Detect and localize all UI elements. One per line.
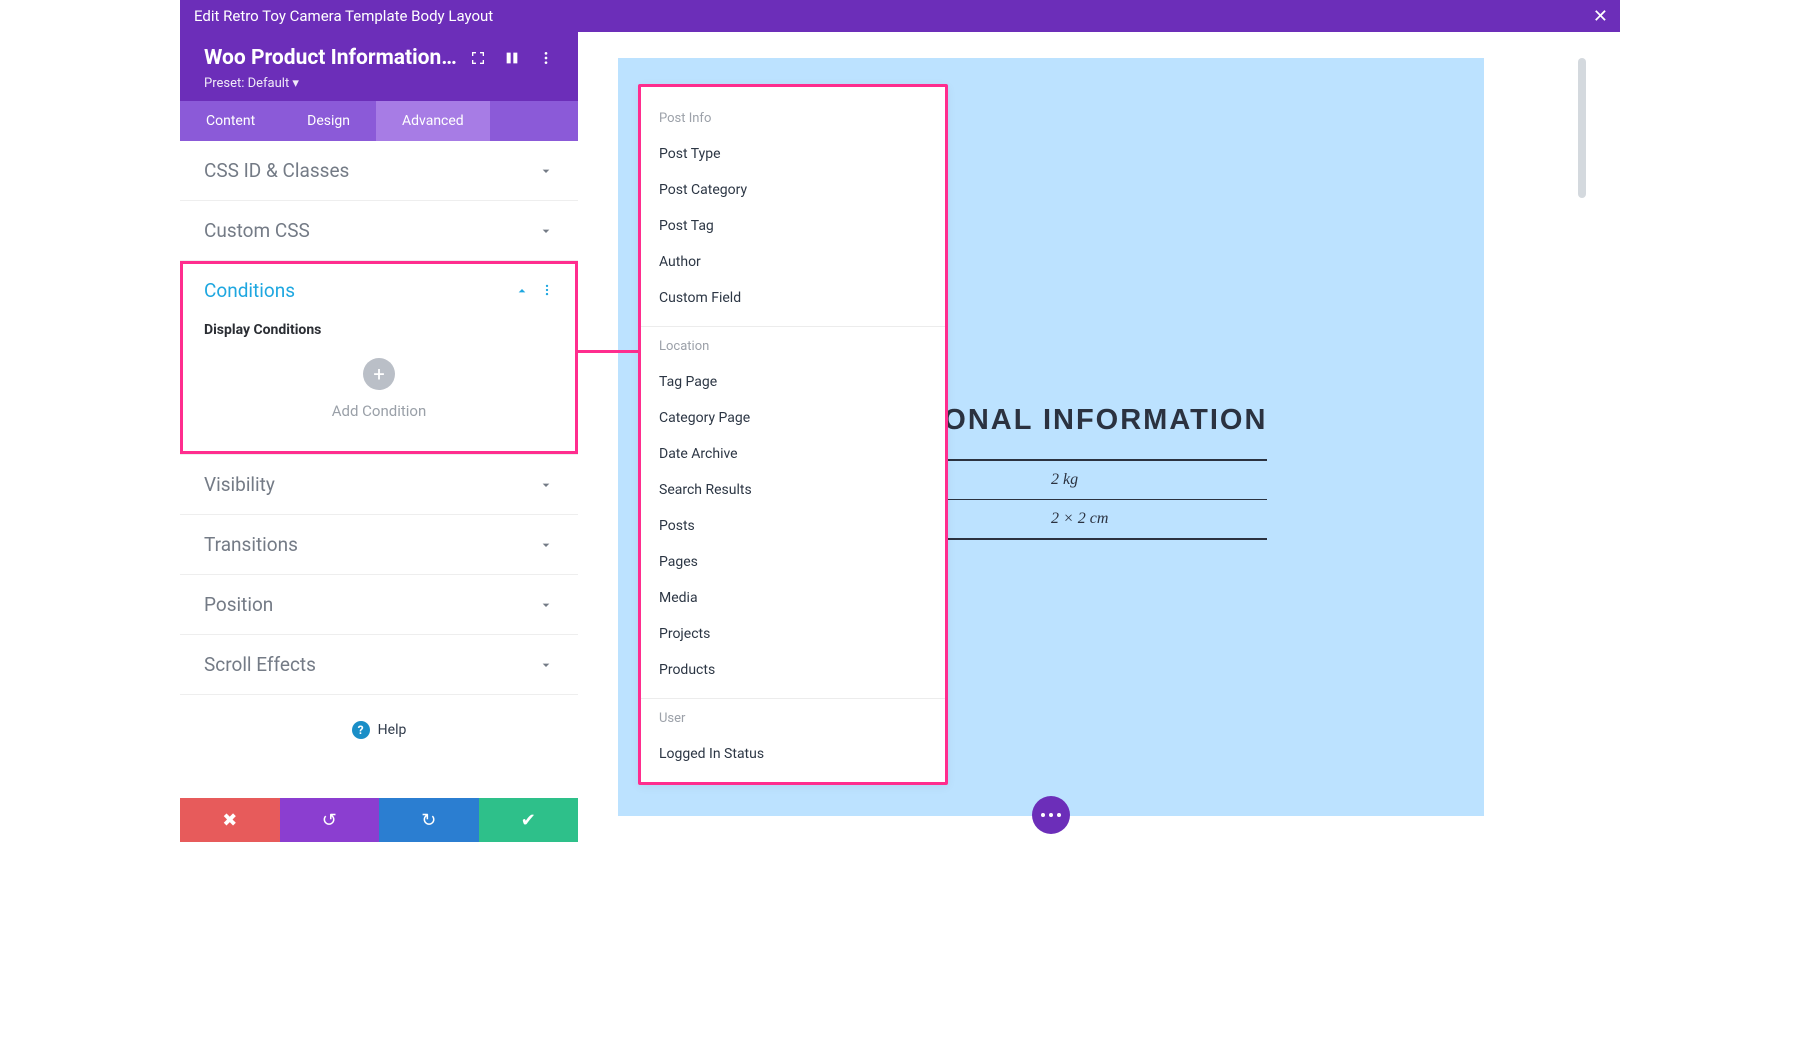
dropdown-item[interactable]: Media: [641, 580, 945, 616]
dropdown-item[interactable]: Posts: [641, 508, 945, 544]
acc-label: Scroll Effects: [204, 653, 538, 676]
dropdown-item[interactable]: Post Type: [641, 136, 945, 172]
acc-more-icon[interactable]: [540, 279, 554, 302]
dropdown-item[interactable]: Tag Page: [641, 364, 945, 400]
chevron-up-icon: [514, 283, 530, 299]
acc-label: Custom CSS: [204, 219, 538, 242]
tab-design[interactable]: Design: [281, 101, 376, 141]
tab-content[interactable]: Content: [180, 101, 281, 141]
dropdown-item[interactable]: Post Category: [641, 172, 945, 208]
confirm-button[interactable]: ✔: [479, 798, 579, 842]
acc-label: Transitions: [204, 533, 538, 556]
acc-label: CSS ID & Classes: [204, 159, 538, 182]
acc-css-id[interactable]: CSS ID & Classes: [180, 141, 578, 200]
acc-position[interactable]: Position: [180, 575, 578, 634]
add-condition-button[interactable]: +: [363, 358, 395, 390]
settings-panel: Woo Product Information S... Preset: Def…: [180, 32, 578, 842]
tab-advanced[interactable]: Advanced: [376, 101, 490, 141]
tabs: Content Design Advanced: [180, 101, 578, 141]
module-title: Woo Product Information S...: [204, 46, 462, 70]
dropdown-item[interactable]: Date Archive: [641, 436, 945, 472]
display-conditions-label: Display Conditions: [204, 322, 554, 338]
dropdown-item[interactable]: Custom Field: [641, 280, 945, 316]
acc-label: Visibility: [204, 473, 538, 496]
scrollbar[interactable]: [1578, 58, 1586, 198]
dropdown-item[interactable]: Search Results: [641, 472, 945, 508]
highlight-connector: [575, 350, 643, 353]
acc-conditions[interactable]: Conditions: [180, 261, 578, 320]
accordion: CSS ID & Classes Custom CSS Conditions D…: [180, 141, 578, 798]
dropdown-group-label: Post Info: [641, 105, 945, 136]
chevron-down-icon: [538, 537, 554, 553]
expand-icon[interactable]: [470, 50, 486, 66]
chevron-down-icon: [538, 163, 554, 179]
dropdown-item[interactable]: Category Page: [641, 400, 945, 436]
chevron-down-icon: [538, 223, 554, 239]
cancel-button[interactable]: ✖: [180, 798, 280, 842]
dropdown-item[interactable]: Products: [641, 652, 945, 688]
add-condition-label: Add Condition: [204, 402, 554, 420]
acc-visibility[interactable]: Visibility: [180, 455, 578, 514]
chevron-down-icon: [538, 597, 554, 613]
dropdown-item[interactable]: Author: [641, 244, 945, 280]
more-icon[interactable]: [538, 50, 554, 66]
dropdown-item[interactable]: Pages: [641, 544, 945, 580]
acc-scroll-effects[interactable]: Scroll Effects: [180, 635, 578, 694]
title-text: Edit Retro Toy Camera Template Body Layo…: [194, 7, 493, 25]
preset-selector[interactable]: Preset: Default ▾: [204, 76, 554, 91]
title-bar: Edit Retro Toy Camera Template Body Layo…: [180, 0, 1620, 32]
floating-action-button[interactable]: [1032, 796, 1070, 834]
help-icon: ?: [352, 721, 370, 739]
dropdown-group-label: User: [641, 705, 945, 736]
acc-conditions-section: Conditions Display Conditions + Add Cond…: [180, 261, 578, 455]
redo-button[interactable]: ↻: [379, 798, 479, 842]
panel-footer: ✖ ↺ ↻ ✔: [180, 798, 578, 842]
panel-header: Woo Product Information S... Preset: Def…: [180, 32, 578, 101]
dropdown-group-label: Location: [641, 333, 945, 364]
close-icon[interactable]: ✕: [1593, 6, 1608, 27]
acc-label: Position: [204, 593, 538, 616]
help-link[interactable]: ? Help: [180, 695, 578, 765]
dropdown-item[interactable]: Logged In Status: [641, 736, 945, 772]
cell-val: 2 × 2 cm: [1051, 500, 1267, 540]
conditions-dropdown: Post Info Post Type Post Category Post T…: [638, 84, 948, 785]
help-label: Help: [378, 722, 407, 738]
cell-val: 2 kg: [1051, 460, 1267, 500]
dropdown-item[interactable]: Post Tag: [641, 208, 945, 244]
acc-transitions[interactable]: Transitions: [180, 515, 578, 574]
chevron-down-icon: [538, 657, 554, 673]
dropdown-item[interactable]: Projects: [641, 616, 945, 652]
acc-label: Conditions: [204, 279, 514, 302]
chevron-down-icon: [538, 477, 554, 493]
columns-icon[interactable]: [504, 50, 520, 66]
acc-custom-css[interactable]: Custom CSS: [180, 201, 578, 260]
undo-button[interactable]: ↺: [280, 798, 380, 842]
